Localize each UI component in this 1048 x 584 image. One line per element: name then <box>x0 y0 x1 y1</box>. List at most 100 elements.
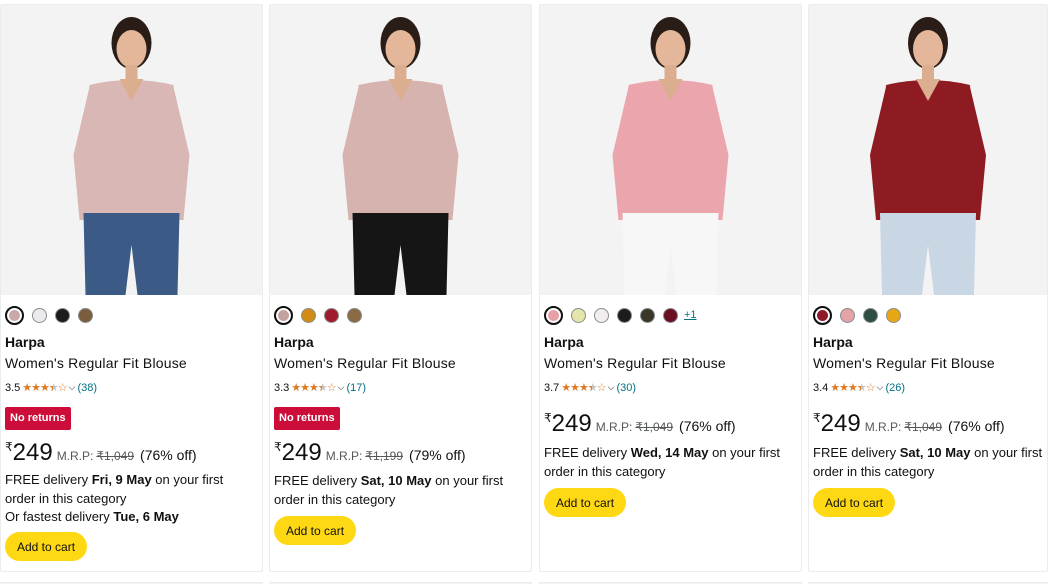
product-card[interactable]: Harpa Women's Regular Fit Blouse 3.4 ★★★… <box>808 4 1048 572</box>
review-count[interactable]: (17) <box>346 382 366 394</box>
delivery-date: Wed, 14 May <box>630 445 709 460</box>
no-returns-badge: No returns <box>274 407 340 430</box>
model-figure <box>73 17 190 295</box>
add-to-cart-button[interactable]: Add to cart <box>274 516 357 545</box>
product-title[interactable]: Women's Regular Fit Blouse <box>544 355 726 371</box>
color-swatch[interactable] <box>544 305 563 325</box>
product-image[interactable] <box>1 5 262 295</box>
review-count[interactable]: (26) <box>885 382 905 394</box>
color-swatch[interactable] <box>617 307 632 323</box>
more-colors-link[interactable]: +1 <box>684 309 697 321</box>
price-row: ₹ 249 M.R.P: ₹1,199 (79% off) <box>274 439 466 467</box>
color-swatch[interactable] <box>78 307 93 323</box>
mrp-value: ₹1,199 <box>365 449 404 463</box>
product-title[interactable]: Women's Regular Fit Blouse <box>5 355 187 371</box>
product-rating[interactable]: 3.7 ★★★★☆ ⌵ (30) <box>544 381 636 394</box>
delivery-date: Sat, 10 May <box>360 473 432 488</box>
color-swatch[interactable] <box>863 307 878 323</box>
delivery-prefix: FREE delivery <box>544 445 631 460</box>
color-swatch[interactable] <box>324 307 339 323</box>
add-to-cart-button[interactable]: Add to cart <box>5 532 88 561</box>
fastest-prefix: Or fastest delivery <box>5 509 114 524</box>
color-swatches <box>5 305 93 325</box>
product-image[interactable] <box>270 5 531 295</box>
add-to-cart-button[interactable]: Add to cart <box>813 488 896 517</box>
color-swatch[interactable] <box>274 305 293 325</box>
star-rating-icon: ★★★★☆ <box>830 381 875 394</box>
color-swatches <box>274 305 362 325</box>
currency-symbol: ₹ <box>5 440 13 454</box>
color-swatch[interactable] <box>594 307 609 323</box>
delivery-date: Sat, 10 May <box>899 445 971 460</box>
model-figure <box>342 17 459 295</box>
currency-symbol: ₹ <box>274 440 282 454</box>
mrp-value: ₹1,049 <box>904 420 943 434</box>
price: 249 <box>281 439 322 466</box>
color-swatch[interactable] <box>571 307 586 323</box>
product-brand: Harpa <box>813 334 853 350</box>
delivery-date: Fri, 9 May <box>91 472 152 487</box>
currency-symbol: ₹ <box>544 411 552 425</box>
review-count[interactable]: (30) <box>616 382 636 394</box>
product-image[interactable] <box>809 5 1047 295</box>
chevron-down-icon[interactable]: ⌵ <box>608 382 615 393</box>
color-swatch[interactable] <box>347 307 362 323</box>
rating-value: 3.4 <box>813 381 829 394</box>
delivery-prefix: FREE delivery <box>274 473 361 488</box>
rating-value: 3.5 <box>5 381 21 394</box>
discount: (76% off) <box>679 418 736 434</box>
color-swatch[interactable] <box>55 307 70 323</box>
product-brand: Harpa <box>274 334 314 350</box>
product-title[interactable]: Women's Regular Fit Blouse <box>813 355 995 371</box>
product-image[interactable] <box>540 5 801 295</box>
price-row: ₹ 249 M.R.P: ₹1,049 (76% off) <box>813 410 1005 438</box>
price: 249 <box>551 410 592 437</box>
discount: (76% off) <box>948 418 1005 434</box>
discount: (76% off) <box>140 447 197 463</box>
color-swatch[interactable] <box>301 307 316 323</box>
chevron-down-icon[interactable]: ⌵ <box>877 382 884 393</box>
fastest-delivery: Or fastest delivery Tue, 6 May <box>5 507 179 526</box>
rating-value: 3.7 <box>544 381 560 394</box>
product-grid: Harpa Women's Regular Fit Blouse 3.5 ★★★… <box>0 4 1048 584</box>
rating-value: 3.3 <box>274 381 290 394</box>
chevron-down-icon[interactable]: ⌵ <box>338 382 345 393</box>
mrp-label: M.R.P: <box>864 420 902 434</box>
product-card[interactable]: Harpa Women's Regular Fit Blouse 3.3 ★★★… <box>269 4 532 572</box>
price-row: ₹ 249 M.R.P: ₹1,049 (76% off) <box>5 439 197 467</box>
product-rating[interactable]: 3.4 ★★★★☆ ⌵ (26) <box>813 381 905 394</box>
delivery-info: FREE delivery Sat, 10 May on your first … <box>813 443 1045 481</box>
delivery-info: FREE delivery Sat, 10 May on your first … <box>274 471 526 509</box>
price: 249 <box>12 439 53 466</box>
delivery-prefix: FREE delivery <box>5 472 92 487</box>
color-swatch[interactable] <box>5 305 24 325</box>
product-brand: Harpa <box>544 334 584 350</box>
color-swatches: +1 <box>544 305 697 325</box>
color-swatch[interactable] <box>886 307 901 323</box>
delivery-info: FREE delivery Wed, 14 May on your first … <box>544 443 796 481</box>
price-row: ₹ 249 M.R.P: ₹1,049 (76% off) <box>544 410 736 438</box>
review-count[interactable]: (38) <box>77 382 97 394</box>
chevron-down-icon[interactable]: ⌵ <box>69 382 76 393</box>
product-rating[interactable]: 3.5 ★★★★☆ ⌵ (38) <box>5 381 97 394</box>
star-rating-icon: ★★★★☆ <box>291 381 336 394</box>
product-title[interactable]: Women's Regular Fit Blouse <box>274 355 456 371</box>
color-swatches <box>813 305 901 325</box>
add-to-cart-button[interactable]: Add to cart <box>544 488 627 517</box>
color-swatch[interactable] <box>32 307 47 323</box>
color-swatch[interactable] <box>640 307 655 323</box>
color-swatch[interactable] <box>840 307 855 323</box>
color-swatch[interactable] <box>813 305 832 325</box>
star-rating-icon: ★★★★☆ <box>561 381 606 394</box>
delivery-info: FREE delivery Fri, 9 May on your first o… <box>5 470 257 508</box>
no-returns-badge: No returns <box>5 407 71 430</box>
price: 249 <box>820 410 861 437</box>
color-swatch[interactable] <box>663 307 678 323</box>
fastest-date: Tue, 6 May <box>113 509 179 524</box>
product-card[interactable]: +1 Harpa Women's Regular Fit Blouse 3.7 … <box>539 4 802 572</box>
product-rating[interactable]: 3.3 ★★★★☆ ⌵ (17) <box>274 381 366 394</box>
mrp-label: M.R.P: <box>325 449 363 463</box>
product-card[interactable]: Harpa Women's Regular Fit Blouse 3.5 ★★★… <box>0 4 263 572</box>
mrp-label: M.R.P: <box>56 449 94 463</box>
product-brand: Harpa <box>5 334 45 350</box>
